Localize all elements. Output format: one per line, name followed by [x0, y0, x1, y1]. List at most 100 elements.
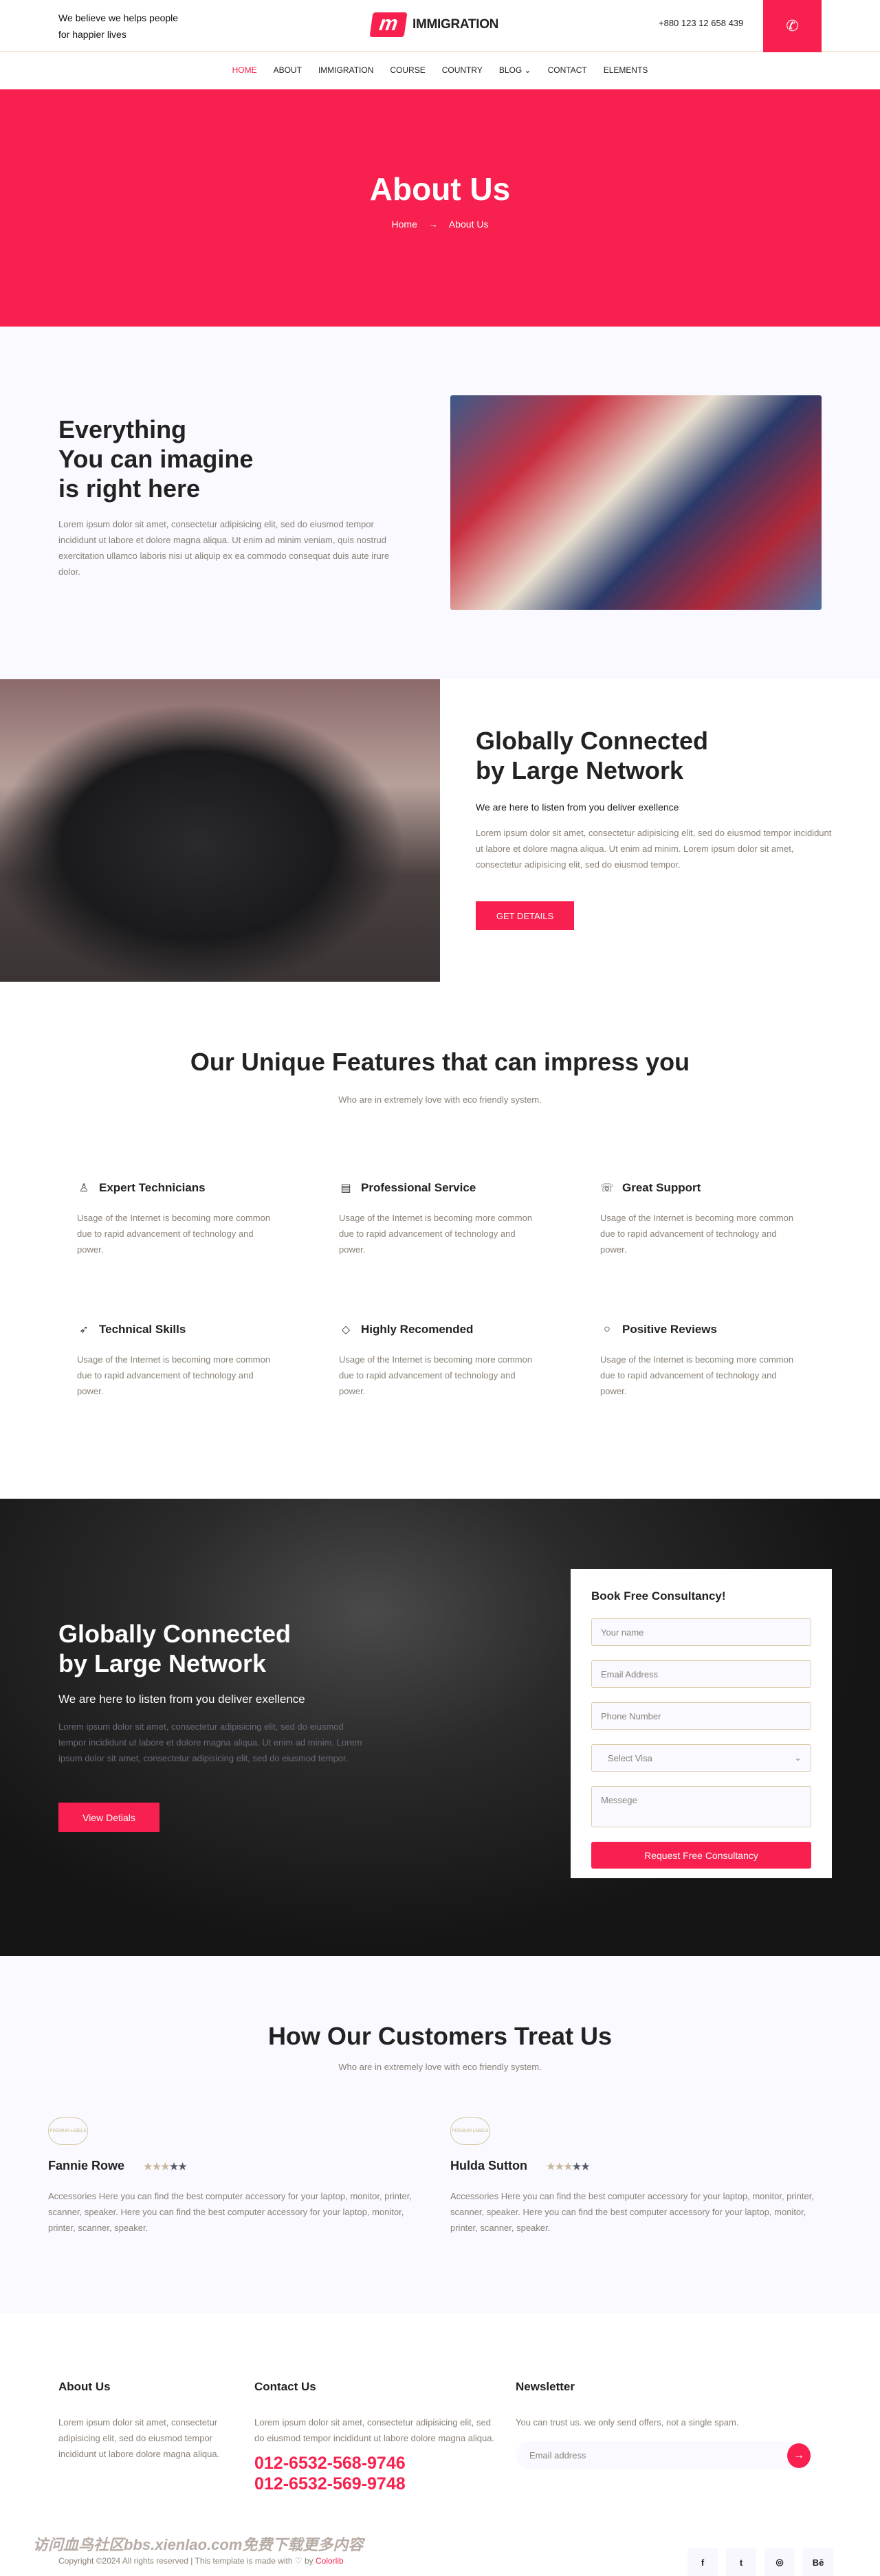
phone-button[interactable]: ✆ [763, 0, 822, 52]
feature-item: ◇ Highly Recomended Usage of the Internet … [339, 1323, 538, 1399]
colorlib-link[interactable]: Colorlib [316, 2556, 344, 2566]
premium-badge-logo: PREMIUM LABELS [48, 2117, 88, 2145]
nav-course[interactable]: COURSE [390, 65, 425, 75]
feature-item: ○ Positive Reviews Usage of the Internet i… [600, 1323, 800, 1399]
view-details-button[interactable]: View Detials [58, 1803, 160, 1832]
star-icon: ★ [152, 2161, 162, 2172]
get-details-button[interactable]: GET DETAILS [476, 901, 574, 930]
dribbble-icon[interactable]: ◎ [764, 2549, 795, 2576]
email-input[interactable]: Email Address [591, 1660, 811, 1688]
intro-heading: Everything You can imagine is right here [58, 415, 333, 503]
intro-heading-line: Everything [58, 415, 187, 443]
testimonials-section: How Our Customers Treat Us Who are in ex… [0, 1956, 880, 2313]
consult-heading-line: Globally Connected [58, 1620, 292, 1648]
logo-text: IMMIGRATION [412, 17, 499, 32]
newsletter-email-input[interactable]: Email address → [516, 2441, 813, 2469]
logo[interactable]: m IMMIGRATION [369, 12, 499, 37]
footer: About Us Lorem ipsum dolor sit amet, con… [0, 2313, 880, 2562]
nav-home[interactable]: HOME [232, 65, 257, 75]
phone-input[interactable]: Phone Number [591, 1702, 811, 1730]
review-card: PREMIUM LABELS Fannie Rowe ★★★★★ Accessorie… [48, 2117, 419, 2236]
feature-title-row: ○ Positive Reviews [600, 1323, 800, 1336]
footer-about-title: About Us [58, 2380, 111, 2393]
newsletter-text: You can trust us. we only send offers, n… [516, 2417, 739, 2428]
footer-phone-1[interactable]: 012-6532-568-9746 [254, 2453, 495, 2474]
star-icon: ★ [555, 2161, 564, 2172]
twitter-icon[interactable]: t [726, 2549, 756, 2576]
feature-title-row: ♙ Expert Technicians [77, 1181, 276, 1195]
network-section: Globally Connected by Large Network We ar… [0, 679, 880, 982]
diamond-icon: ◇ [341, 1324, 351, 1336]
testimonials-title: How Our Customers Treat Us [267, 2022, 613, 2050]
license-icon: ▤ [340, 1182, 351, 1194]
name-input[interactable]: Your name [591, 1618, 811, 1646]
feature-title: Great Support [622, 1181, 701, 1194]
star-icon: ★ [564, 2161, 573, 2172]
feature-title: Technical Skills [99, 1323, 186, 1336]
consult-heading-line: by Large Network [58, 1649, 267, 1677]
reviewer-name: Hulda Sutton [450, 2159, 527, 2172]
feature-text: Usage of the Internet is becoming more c… [339, 1354, 533, 1396]
nav-elements[interactable]: ELEMENTS [604, 65, 648, 75]
feature-text: Usage of the Internet is becoming more c… [77, 1213, 271, 1255]
feature-title-row: ☏ Great Support [600, 1181, 800, 1195]
watermark: 访问血鸟社区bbs.xienlao.com免费下载更多内容 [33, 2536, 364, 2553]
review-header: Fannie Rowe ★★★★★ [48, 2159, 419, 2173]
feature-text: Usage of the Internet is becoming more c… [600, 1213, 794, 1255]
facebook-icon[interactable]: f [688, 2549, 718, 2576]
feature-title: Professional Service [361, 1181, 476, 1194]
feature-text: Usage of the Internet is becoming more c… [600, 1354, 794, 1396]
car-image [0, 679, 440, 982]
star-icon: ★ [161, 2161, 170, 2172]
nav-about[interactable]: ABOUT [274, 65, 302, 75]
newsletter-title: Newsletter [516, 2380, 575, 2393]
premium-badge-logo: PREMIUM LABELS [450, 2117, 490, 2145]
network-text: Lorem ipsum dolor sit amet, consectetur … [476, 828, 832, 870]
phone-icon: ✆ [786, 17, 799, 34]
feature-title: Positive Reviews [622, 1323, 717, 1336]
copyright-text: Copyright ©2024 All rights reserved | Th… [58, 2556, 316, 2566]
nav-immigration[interactable]: IMMIGRATION [318, 65, 373, 75]
intro-heading-line: You can imagine [58, 445, 254, 473]
nav-blog[interactable]: BLOG ⌄ [499, 65, 531, 75]
nav-contact[interactable]: CONTACT [548, 65, 587, 75]
header-phone[interactable]: +880 123 12 658 439 [659, 18, 743, 28]
chevron-down-icon: ⌄ [794, 1752, 802, 1763]
star-rating: ★★★★★ [547, 2159, 590, 2173]
star-icon: ★ [546, 2161, 556, 2172]
nav-country[interactable]: COUNTRY [442, 65, 483, 75]
consultancy-section: Globally Connected by Large Network We ar… [0, 1499, 880, 1956]
feature-title: Highly Recomended [361, 1323, 474, 1336]
top-bar: We believe we helps people for happier li… [0, 0, 880, 52]
footer-contact: Contact Us Lorem ipsum dolor sit amet, c… [254, 2380, 495, 2494]
message-textarea[interactable]: Messege [591, 1786, 811, 1827]
network-subtitle: We are here to listen from you deliver e… [476, 802, 679, 813]
arrow-right-icon[interactable]: → [787, 2443, 811, 2468]
network-heading-line: by Large Network [476, 756, 684, 784]
feature-title-row: ➶ Technical Skills [77, 1323, 276, 1336]
feature-item: ☏ Great Support Usage of the Internet is b… [600, 1181, 800, 1257]
rocket-icon: ➶ [79, 1324, 89, 1336]
breadcrumb: Home → About Us [0, 219, 880, 230]
request-consultancy-button[interactable]: Request Free Consultancy [591, 1842, 811, 1869]
social-links: f t ◎ Bē [688, 2549, 833, 2576]
consult-text: Lorem ipsum dolor sit amet, consectetur … [58, 1721, 362, 1763]
footer-contact-title: Contact Us [254, 2380, 316, 2393]
behance-icon[interactable]: Bē [803, 2549, 833, 2576]
visa-select[interactable]: Select Visa ⌄ [591, 1744, 811, 1772]
breadcrumb-current: About Us [448, 219, 489, 230]
arrow-right-icon: → [428, 219, 438, 230]
review-text: Accessories Here you can find the best c… [48, 2191, 412, 2233]
star-icon: ★ [572, 2161, 582, 2172]
breadcrumb-home[interactable]: Home [392, 219, 417, 230]
footer-phone-2[interactable]: 012-6532-569-9748 [254, 2474, 495, 2494]
feature-item: ▤ Professional Service Usage of the Intern… [339, 1181, 538, 1257]
features-subtitle: Who are in extremely love with eco frien… [338, 1094, 542, 1105]
tagline: We believe we helps people for happier li… [58, 10, 178, 43]
review-header: Hulda Sutton ★★★★★ [450, 2159, 822, 2173]
network-heading-line: Globally Connected [476, 727, 709, 755]
page-title: About Us [369, 171, 511, 207]
review-card: PREMIUM LABELS Hulda Sutton ★★★★★ Accessori… [450, 2117, 822, 2236]
feature-title-row: ▤ Professional Service [339, 1181, 538, 1195]
page-banner: About Us Home → About Us [0, 89, 880, 327]
